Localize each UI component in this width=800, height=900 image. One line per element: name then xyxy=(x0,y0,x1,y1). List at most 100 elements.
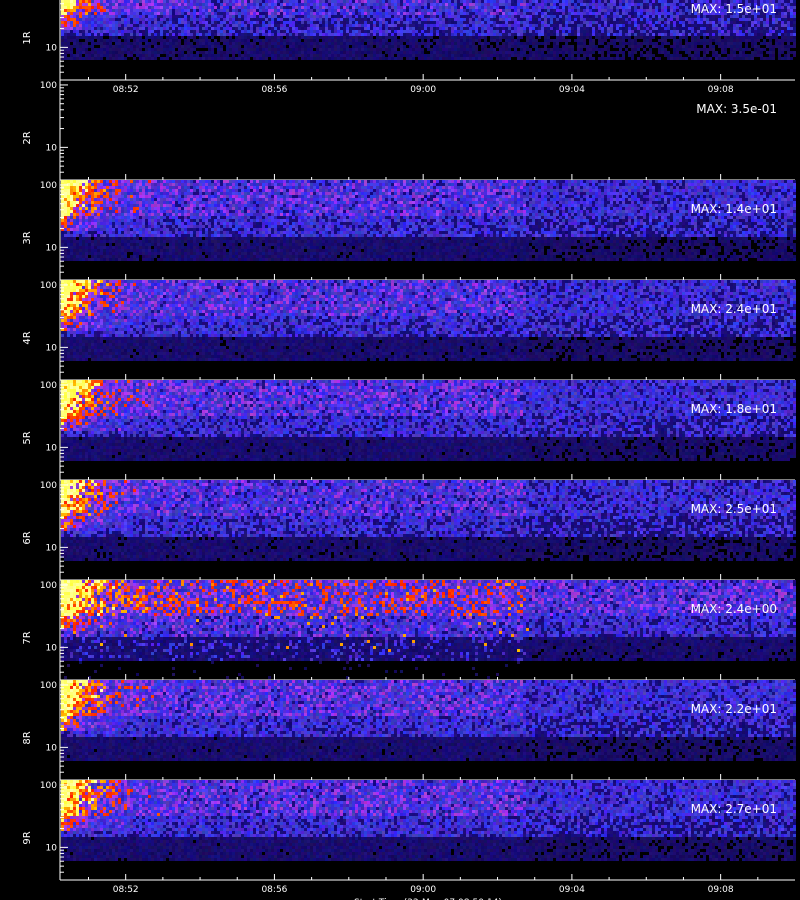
heatmap-cell xyxy=(556,30,559,33)
heatmap-cell xyxy=(346,45,349,48)
heatmap-cell xyxy=(250,0,253,3)
heatmap-cell xyxy=(385,33,388,36)
heatmap-cell xyxy=(337,0,340,3)
heatmap-cell xyxy=(271,42,274,45)
heatmap-cell xyxy=(88,30,91,33)
heatmap-cell xyxy=(463,12,466,15)
heatmap-cell xyxy=(247,45,250,48)
heatmap-cell xyxy=(352,18,355,21)
heatmap-cell xyxy=(76,12,79,15)
heatmap-cell xyxy=(244,42,247,45)
heatmap-cell xyxy=(115,12,118,15)
heatmap-cell xyxy=(253,0,256,3)
heatmap-cell xyxy=(475,15,478,18)
heatmap-cell xyxy=(139,24,142,27)
heatmap-cell xyxy=(427,45,430,48)
heatmap-cell xyxy=(229,33,232,36)
heatmap-cell xyxy=(403,54,406,57)
heatmap-cell xyxy=(238,18,241,21)
heatmap-cell xyxy=(130,27,133,30)
heatmap-cell xyxy=(511,51,514,54)
heatmap-cell xyxy=(277,27,280,30)
heatmap-cell xyxy=(526,21,529,24)
heatmap-cell xyxy=(106,33,109,36)
heatmap-cell xyxy=(73,21,76,24)
heatmap-cell xyxy=(67,33,70,36)
heatmap-cell xyxy=(418,33,421,36)
heatmap-cell xyxy=(130,15,133,18)
heatmap-cell xyxy=(109,51,112,54)
heatmap-cell xyxy=(205,9,208,12)
heatmap-cell xyxy=(487,51,490,54)
heatmap-cell xyxy=(301,51,304,54)
heatmap-cell xyxy=(385,57,388,60)
heatmap-cell xyxy=(289,57,292,60)
heatmap-cell xyxy=(271,15,274,18)
heatmap-cell xyxy=(115,36,118,39)
heatmap-cell xyxy=(121,27,124,30)
heatmap-cell xyxy=(517,21,520,24)
heatmap-cell xyxy=(310,6,313,9)
heatmap-cell xyxy=(193,39,196,42)
heatmap-cell xyxy=(82,33,85,36)
heatmap-cell xyxy=(139,54,142,57)
heatmap-cell xyxy=(235,21,238,24)
heatmap-cell xyxy=(268,33,271,36)
heatmap-cell xyxy=(328,54,331,57)
heatmap-cell xyxy=(169,36,172,39)
heatmap-cell xyxy=(457,30,460,33)
heatmap-cell xyxy=(109,3,112,6)
panel-1R: 1008:52 08:56 09:00 09:04 09:081RMAX: 1.5e+0… xyxy=(22,0,796,95)
heatmap-cell xyxy=(352,48,355,51)
heatmap-cell xyxy=(484,57,487,60)
heatmap-cell xyxy=(157,54,160,57)
heatmap-cell xyxy=(439,36,442,39)
heatmap-cell xyxy=(91,15,94,18)
heatmap-cell xyxy=(178,18,181,21)
heatmap-cell xyxy=(280,36,283,39)
heatmap-cell xyxy=(301,30,304,33)
heatmap-cell xyxy=(196,21,199,24)
heatmap-cell xyxy=(538,48,541,51)
heatmap-cell xyxy=(202,21,205,24)
heatmap-cell xyxy=(121,18,124,21)
heatmap-cell xyxy=(505,0,508,3)
heatmap-cell xyxy=(148,33,151,36)
heatmap-cell xyxy=(148,3,151,6)
heatmap-cell xyxy=(259,51,262,54)
heatmap-cell xyxy=(112,12,115,15)
heatmap-cell xyxy=(199,18,202,21)
heatmap-cell xyxy=(292,57,295,60)
heatmap-cell xyxy=(232,0,235,3)
heatmap-cell xyxy=(466,6,469,9)
heatmap-cell xyxy=(358,27,361,30)
heatmap-cell xyxy=(424,54,427,57)
heatmap-cell xyxy=(268,54,271,57)
heatmap-cell xyxy=(187,6,190,9)
heatmap-cell xyxy=(430,27,433,30)
heatmap-cell xyxy=(235,51,238,54)
heatmap-cell xyxy=(430,12,433,15)
heatmap-cell xyxy=(97,48,100,51)
heatmap-cell xyxy=(199,3,202,6)
heatmap-cell xyxy=(235,12,238,15)
heatmap-cell xyxy=(193,54,196,57)
heatmap-cell xyxy=(523,48,526,51)
heatmap-cell xyxy=(532,15,535,18)
heatmap-cell xyxy=(169,9,172,12)
heatmap-cell xyxy=(79,42,82,45)
heatmap-cell xyxy=(280,54,283,57)
heatmap-cell xyxy=(502,48,505,51)
heatmap-cell xyxy=(250,21,253,24)
heatmap-cell xyxy=(196,57,199,60)
heatmap-cell xyxy=(76,27,79,30)
heatmap-cell xyxy=(280,57,283,60)
heatmap-cell xyxy=(253,27,256,30)
heatmap-cell xyxy=(529,30,532,33)
heatmap-cell xyxy=(454,48,457,51)
heatmap-cell xyxy=(460,6,463,9)
heatmap-cell xyxy=(319,33,322,36)
heatmap-cell xyxy=(457,45,460,48)
heatmap-cell xyxy=(73,30,76,33)
heatmap-cell xyxy=(370,48,373,51)
